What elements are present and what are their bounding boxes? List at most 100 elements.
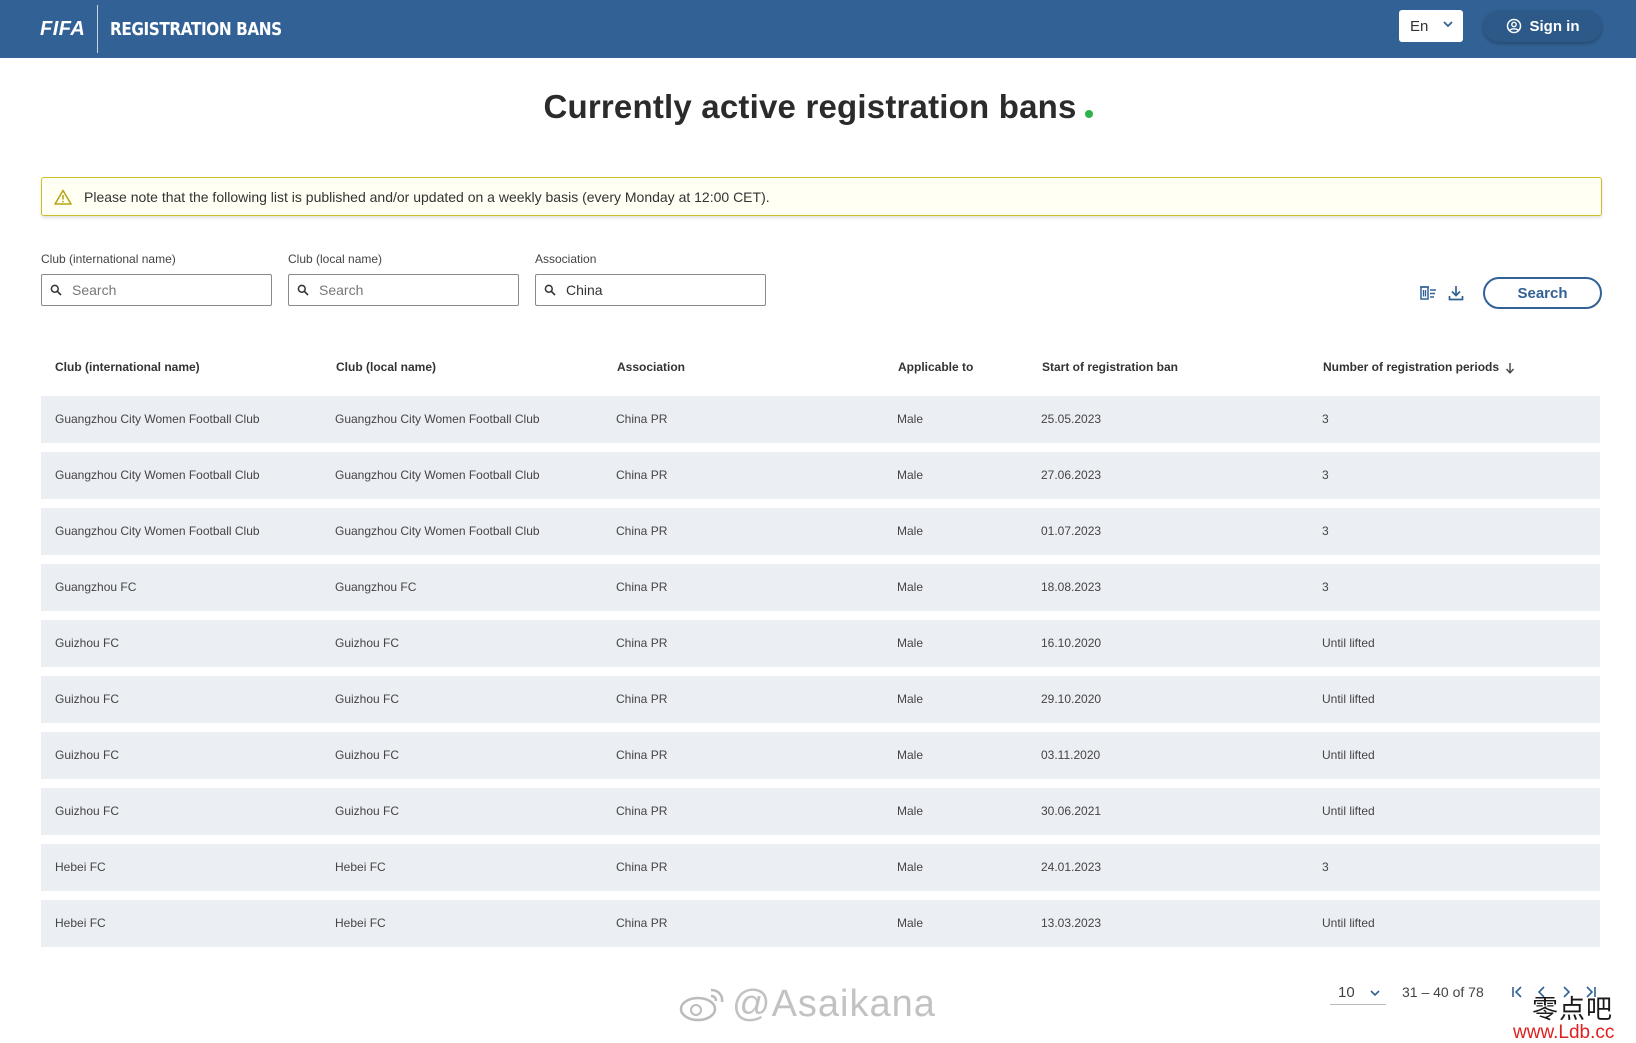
cell-club-international: Guizhou FC [55, 748, 120, 762]
first-page-icon[interactable] [1510, 984, 1526, 1000]
club-local-input[interactable] [319, 282, 509, 298]
cell-start-date: 03.11.2020 [1041, 748, 1101, 762]
cell-start-date: 25.05.2023 [1041, 412, 1102, 426]
header-start-date[interactable]: Start of registration ban [1042, 360, 1178, 374]
sign-in-button[interactable]: Sign in [1483, 10, 1602, 42]
cell-club-local: Guizhou FC [335, 804, 400, 818]
header-association[interactable]: Association [617, 360, 685, 374]
page-title-text: Currently active registration bans [543, 88, 1077, 125]
cell-association: China PR [616, 860, 668, 874]
cell-club-local: Guizhou FC [335, 636, 400, 650]
cell-registration-periods: Until lifted [1322, 804, 1375, 818]
cell-applicable-to: Male [897, 916, 924, 930]
cell-club-local: Guangzhou FC [335, 580, 417, 594]
header-applicable-to[interactable]: Applicable to [898, 360, 973, 374]
page-title: Currently active registration bans [0, 88, 1636, 126]
search-icon [297, 284, 309, 296]
notice-banner: Please note that the following list is p… [41, 177, 1602, 216]
warning-icon [54, 189, 72, 205]
cell-club-local: Guangzhou City Women Football Club [335, 524, 540, 538]
user-circle-icon [1506, 18, 1521, 34]
table-row[interactable]: Hebei FC Hebei FC China PR Male 13.03.20… [41, 900, 1600, 947]
download-icon[interactable] [1447, 284, 1465, 302]
cell-start-date: 13.03.2023 [1041, 916, 1102, 930]
filter-association: Association [535, 252, 766, 306]
table-row[interactable]: Guizhou FC Guizhou FC China PR Male 16.1… [41, 620, 1600, 667]
header-registration-periods[interactable]: Number of registration periods [1323, 360, 1515, 374]
table-row[interactable]: Guizhou FC Guizhou FC China PR Male 03.1… [41, 732, 1600, 779]
weibo-watermark: @Asaikana [678, 982, 936, 1026]
cell-association: China PR [616, 916, 668, 930]
association-label: Association [535, 252, 597, 266]
header-club-local[interactable]: Club (local name) [336, 360, 436, 374]
cell-start-date: 18.08.2023 [1041, 580, 1102, 594]
cell-association: China PR [616, 636, 668, 650]
table-row[interactable]: Guizhou FC Guizhou FC China PR Male 30.0… [41, 788, 1600, 835]
cell-club-international: Hebei FC [55, 860, 106, 874]
cell-club-international: Hebei FC [55, 916, 106, 930]
table-row[interactable]: Hebei FC Hebei FC China PR Male 24.01.20… [41, 844, 1600, 891]
cell-applicable-to: Male [897, 804, 924, 818]
table-row[interactable]: Guangzhou FC Guangzhou FC China PR Male … [41, 564, 1600, 611]
cell-registration-periods: Until lifted [1322, 916, 1375, 930]
cell-club-local: Guangzhou City Women Football Club [335, 412, 540, 426]
weibo-logo-icon [679, 988, 724, 1022]
cell-start-date: 27.06.2023 [1041, 468, 1102, 482]
club-international-field[interactable] [41, 274, 272, 306]
club-international-input[interactable] [72, 282, 262, 298]
cell-association: China PR [616, 580, 668, 594]
header-club-international[interactable]: Club (international name) [55, 360, 200, 374]
cell-registration-periods: 3 [1322, 860, 1329, 874]
cell-applicable-to: Male [897, 692, 924, 706]
cell-start-date: 30.06.2021 [1041, 804, 1102, 818]
chevron-down-icon [1443, 21, 1453, 28]
search-icon [544, 284, 556, 296]
cell-association: China PR [616, 412, 668, 426]
cell-association: China PR [616, 804, 668, 818]
cell-registration-periods: 3 [1322, 412, 1329, 426]
association-field[interactable] [535, 274, 766, 306]
filter-club-international: Club (international name) [41, 252, 272, 306]
search-icon [50, 284, 62, 296]
cell-association: China PR [616, 468, 668, 482]
cell-club-international: Guizhou FC [55, 692, 120, 706]
cell-applicable-to: Male [897, 748, 924, 762]
cell-club-international: Guizhou FC [55, 636, 120, 650]
language-select[interactable]: En [1399, 10, 1463, 42]
cell-club-local: Hebei FC [335, 916, 386, 930]
club-international-label: Club (international name) [41, 252, 176, 266]
product-name: REGISTRATION BANS [110, 18, 283, 40]
chevron-down-icon [1370, 990, 1380, 997]
language-value: En [1410, 17, 1429, 35]
table-row[interactable]: Guangzhou City Women Football Club Guang… [41, 508, 1600, 555]
watermark-handle: @Asaikana [732, 982, 936, 1025]
top-bar: FIFA REGISTRATION BANS En Sign in [0, 0, 1636, 58]
table-header: Club (international name) Club (local na… [41, 360, 1600, 380]
clear-filters-icon[interactable] [1419, 284, 1437, 302]
association-input[interactable] [566, 282, 756, 298]
brand[interactable]: FIFA REGISTRATION BANS [40, 0, 312, 58]
cell-association: China PR [616, 692, 668, 706]
sign-in-label: Sign in [1529, 17, 1580, 35]
cell-registration-periods: Until lifted [1322, 636, 1375, 650]
sort-arrow-down-icon[interactable] [1505, 362, 1515, 374]
search-button[interactable]: Search [1483, 277, 1602, 309]
table-row[interactable]: Guizhou FC Guizhou FC China PR Male 29.1… [41, 676, 1600, 723]
fifa-logo: FIFA [40, 17, 86, 40]
pagination-range: 31 – 40 of 78 [1402, 984, 1484, 1000]
club-local-field[interactable] [288, 274, 519, 306]
cell-applicable-to: Male [897, 468, 924, 482]
cell-applicable-to: Male [897, 636, 924, 650]
cell-club-international: Guangzhou FC [55, 580, 137, 594]
cell-registration-periods: Until lifted [1322, 748, 1375, 762]
header-registration-periods-label: Number of registration periods [1323, 360, 1500, 374]
live-status-dot [1084, 110, 1093, 118]
table-row[interactable]: Guangzhou City Women Football Club Guang… [41, 452, 1600, 499]
cell-club-local: Guizhou FC [335, 692, 400, 706]
cell-club-international: Guangzhou City Women Football Club [55, 524, 260, 538]
page-size-select[interactable]: 10 [1330, 981, 1386, 1005]
cell-start-date: 24.01.2023 [1041, 860, 1102, 874]
club-local-label: Club (local name) [288, 252, 383, 266]
table-row[interactable]: Guangzhou City Women Football Club Guang… [41, 396, 1600, 443]
cell-applicable-to: Male [897, 580, 924, 594]
